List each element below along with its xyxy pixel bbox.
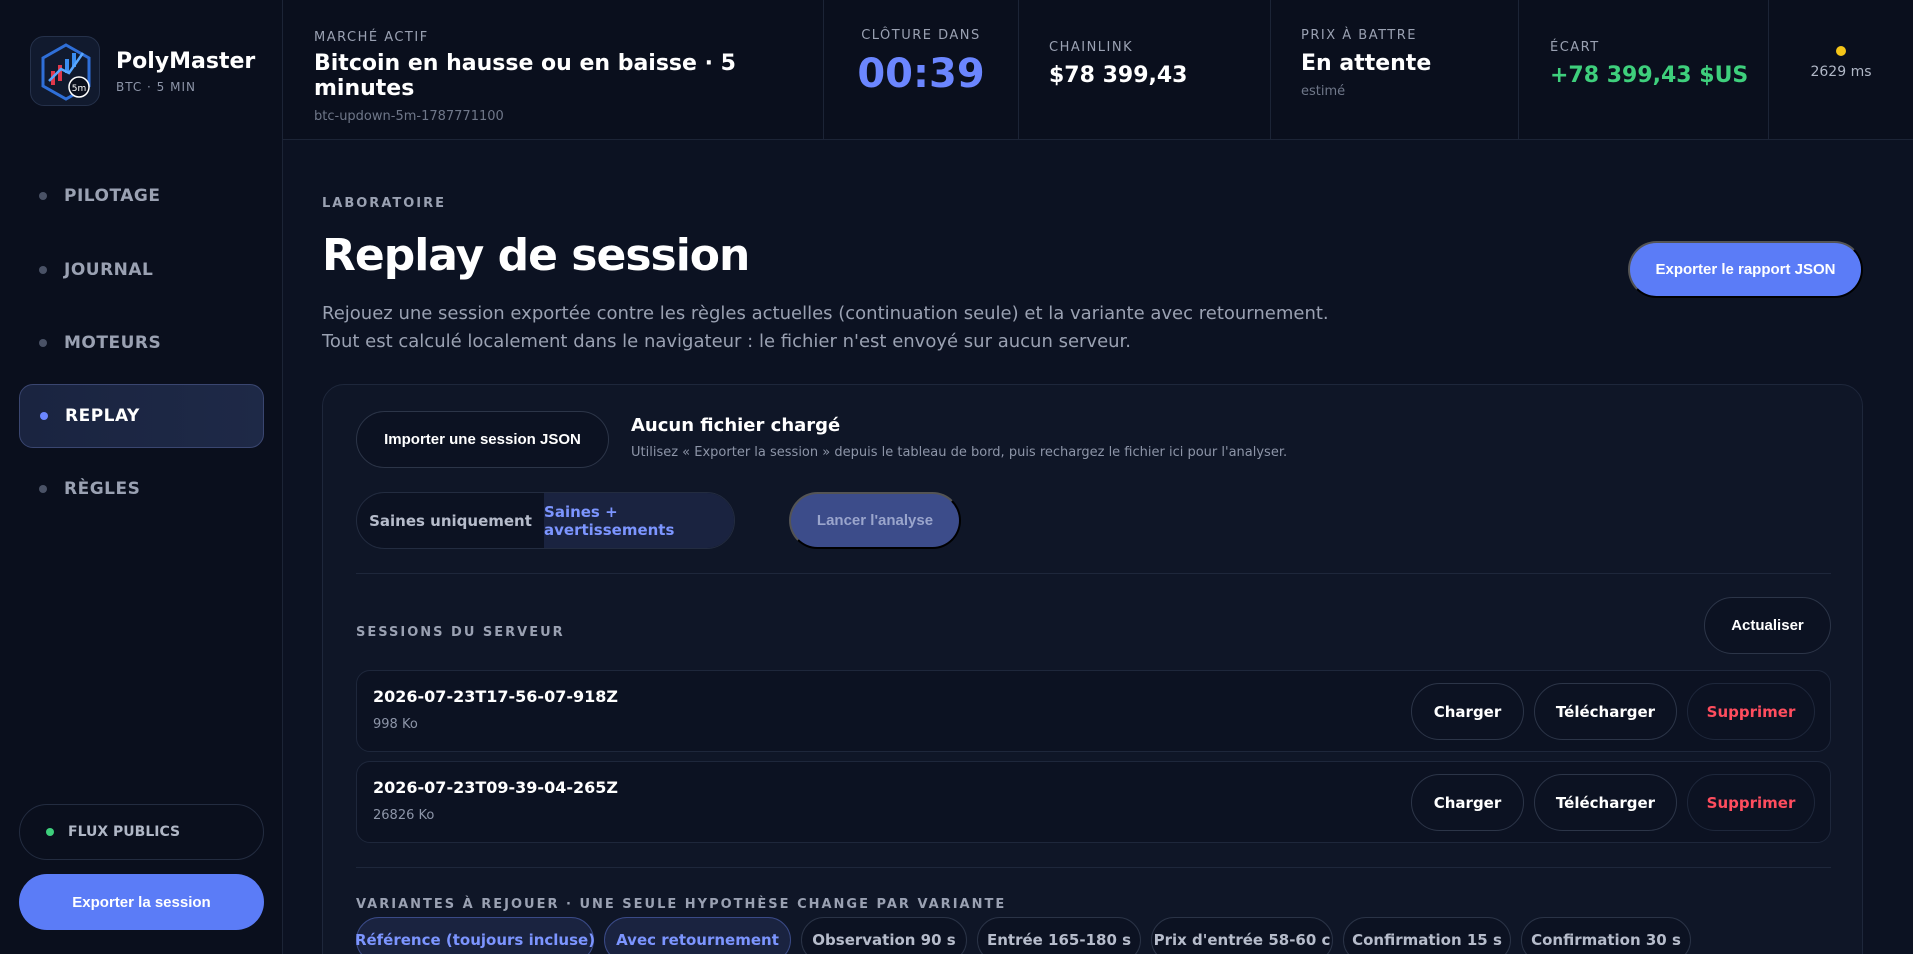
- nav-label: JOURNAL: [64, 260, 154, 280]
- status-dot-icon: [46, 828, 54, 836]
- price-gap: ÉCART +78 399,43 $US: [1519, 0, 1769, 140]
- public-feeds-status: FLUX PUBLICS: [19, 804, 264, 860]
- chainlink-label: CHAINLINK: [1049, 40, 1134, 55]
- market-slug: btc-updown-5m-1787771100: [314, 109, 504, 124]
- page-eyebrow: LABORATOIRE: [322, 196, 447, 211]
- launch-analysis-button[interactable]: Lancer l'analyse: [789, 492, 961, 549]
- nav-dot-icon: [39, 485, 47, 493]
- brand-name: PolyMaster: [116, 48, 256, 74]
- download-button[interactable]: Télécharger: [1534, 683, 1677, 740]
- nav-label: REPLAY: [65, 406, 140, 426]
- nav-item-journal[interactable]: JOURNAL: [19, 238, 264, 302]
- server-sessions-label: SESSIONS DU SERVEUR: [356, 625, 565, 640]
- nav-dot-icon: [40, 412, 48, 420]
- replay-panel: Importer une session JSON Aucun fichier …: [322, 384, 1863, 954]
- file-status-title: Aucun fichier chargé: [631, 415, 841, 436]
- variant-chip-entry-price-58-60c[interactable]: Prix d'entrée 58-60 c: [1151, 917, 1333, 954]
- brand[interactable]: 5m PolyMaster BTC · 5 MIN: [30, 36, 255, 106]
- nav-item-moteurs[interactable]: MOTEURS: [19, 311, 264, 375]
- close-countdown: CLÔTURE DANS 00:39: [824, 0, 1019, 140]
- active-market: MARCHÉ ACTIF Bitcoin en hausse ou en bai…: [283, 0, 824, 140]
- logo-badge: 5m: [72, 84, 87, 94]
- countdown-value: 00:39: [857, 51, 985, 97]
- live-dot-icon: [1836, 46, 1846, 56]
- market-label: MARCHÉ ACTIF: [314, 30, 429, 45]
- target-price: PRIX À BATTRE En attente estimé: [1271, 0, 1519, 140]
- latency-indicator: 2629 ms: [1769, 0, 1913, 140]
- close-label: CLÔTURE DANS: [861, 28, 981, 43]
- variant-chip-confirmation-30s[interactable]: Confirmation 30 s: [1521, 917, 1691, 954]
- nav-dot-icon: [39, 339, 47, 347]
- session-size: 26826 Ko: [373, 808, 435, 823]
- chainlink-price: CHAINLINK $78 399,43: [1019, 0, 1271, 140]
- target-value: En attente: [1301, 51, 1432, 76]
- nav-item-replay[interactable]: REPLAY: [19, 384, 264, 448]
- nav-dot-icon: [39, 266, 47, 274]
- load-button[interactable]: Charger: [1411, 774, 1524, 831]
- sidebar: 5m PolyMaster BTC · 5 MIN PILOTAGE JOURN…: [0, 0, 283, 954]
- chainlink-value: $78 399,43: [1049, 63, 1188, 88]
- page-description: Rejouez une session exportée contre les …: [322, 300, 1329, 356]
- nav-dot-icon: [39, 192, 47, 200]
- refresh-button[interactable]: Actualiser: [1704, 597, 1831, 654]
- flux-label: FLUX PUBLICS: [68, 824, 181, 840]
- nav-label: PILOTAGE: [64, 186, 161, 206]
- filter-option-healthy-warnings[interactable]: Saines + avertissements: [544, 493, 734, 548]
- divider: [356, 867, 1831, 868]
- delete-button[interactable]: Supprimer: [1687, 683, 1815, 740]
- nav-item-regles[interactable]: RÈGLES: [19, 457, 264, 521]
- topbar: MARCHÉ ACTIF Bitcoin en hausse ou en bai…: [283, 0, 1913, 140]
- variant-chip-observation-90s[interactable]: Observation 90 s: [801, 917, 967, 954]
- delete-button[interactable]: Supprimer: [1687, 774, 1815, 831]
- latency-value: 2629 ms: [1810, 64, 1872, 80]
- export-json-report-button[interactable]: Exporter le rapport JSON: [1628, 241, 1863, 298]
- variant-chip-confirmation-15s[interactable]: Confirmation 15 s: [1343, 917, 1511, 954]
- gap-value: +78 399,43 $US: [1550, 63, 1749, 88]
- divider: [356, 573, 1831, 574]
- nav-label: MOTEURS: [64, 333, 162, 353]
- variant-chip-entry-165-180s[interactable]: Entrée 165-180 s: [977, 917, 1141, 954]
- page-title: Replay de session: [322, 230, 750, 281]
- import-session-button[interactable]: Importer une session JSON: [356, 411, 609, 468]
- quality-filter-toggle: Saines uniquement Saines + avertissement…: [356, 492, 735, 549]
- nav-label: RÈGLES: [64, 479, 141, 499]
- brand-subtitle: BTC · 5 MIN: [116, 79, 196, 94]
- export-session-button[interactable]: Exporter la session: [19, 874, 264, 930]
- load-button[interactable]: Charger: [1411, 683, 1524, 740]
- main-content: LABORATOIRE Replay de session Rejouez un…: [283, 140, 1913, 954]
- variants-label: VARIANTES À REJOUER · UNE SEULE HYPOTHÈS…: [356, 897, 1007, 912]
- download-button[interactable]: Télécharger: [1534, 774, 1677, 831]
- session-size: 998 Ko: [373, 717, 418, 732]
- nav-item-pilotage[interactable]: PILOTAGE: [19, 164, 264, 228]
- target-label: PRIX À BATTRE: [1301, 28, 1417, 43]
- variant-chip-reversal[interactable]: Avec retournement: [604, 917, 791, 954]
- market-title: Bitcoin en hausse ou en baisse · 5 minut…: [314, 51, 736, 101]
- target-note: estimé: [1301, 84, 1346, 99]
- session-name: 2026-07-23T09-39-04-265Z: [373, 778, 618, 797]
- file-status-hint: Utilisez « Exporter la session » depuis …: [631, 445, 1288, 460]
- gap-label: ÉCART: [1550, 40, 1600, 55]
- polymaster-logo-icon: 5m: [30, 36, 100, 106]
- session-name: 2026-07-23T17-56-07-918Z: [373, 687, 618, 706]
- session-row: 2026-07-23T09-39-04-265Z 26826 Ko Charge…: [356, 761, 1831, 843]
- description-line: Rejouez une session exportée contre les …: [322, 303, 1329, 324]
- variant-chip-reference[interactable]: Référence (toujours incluse): [355, 917, 595, 954]
- description-line: Tout est calculé localement dans le navi…: [322, 331, 1132, 352]
- filter-option-healthy[interactable]: Saines uniquement: [357, 493, 544, 548]
- session-row: 2026-07-23T17-56-07-918Z 998 Ko Charger …: [356, 670, 1831, 752]
